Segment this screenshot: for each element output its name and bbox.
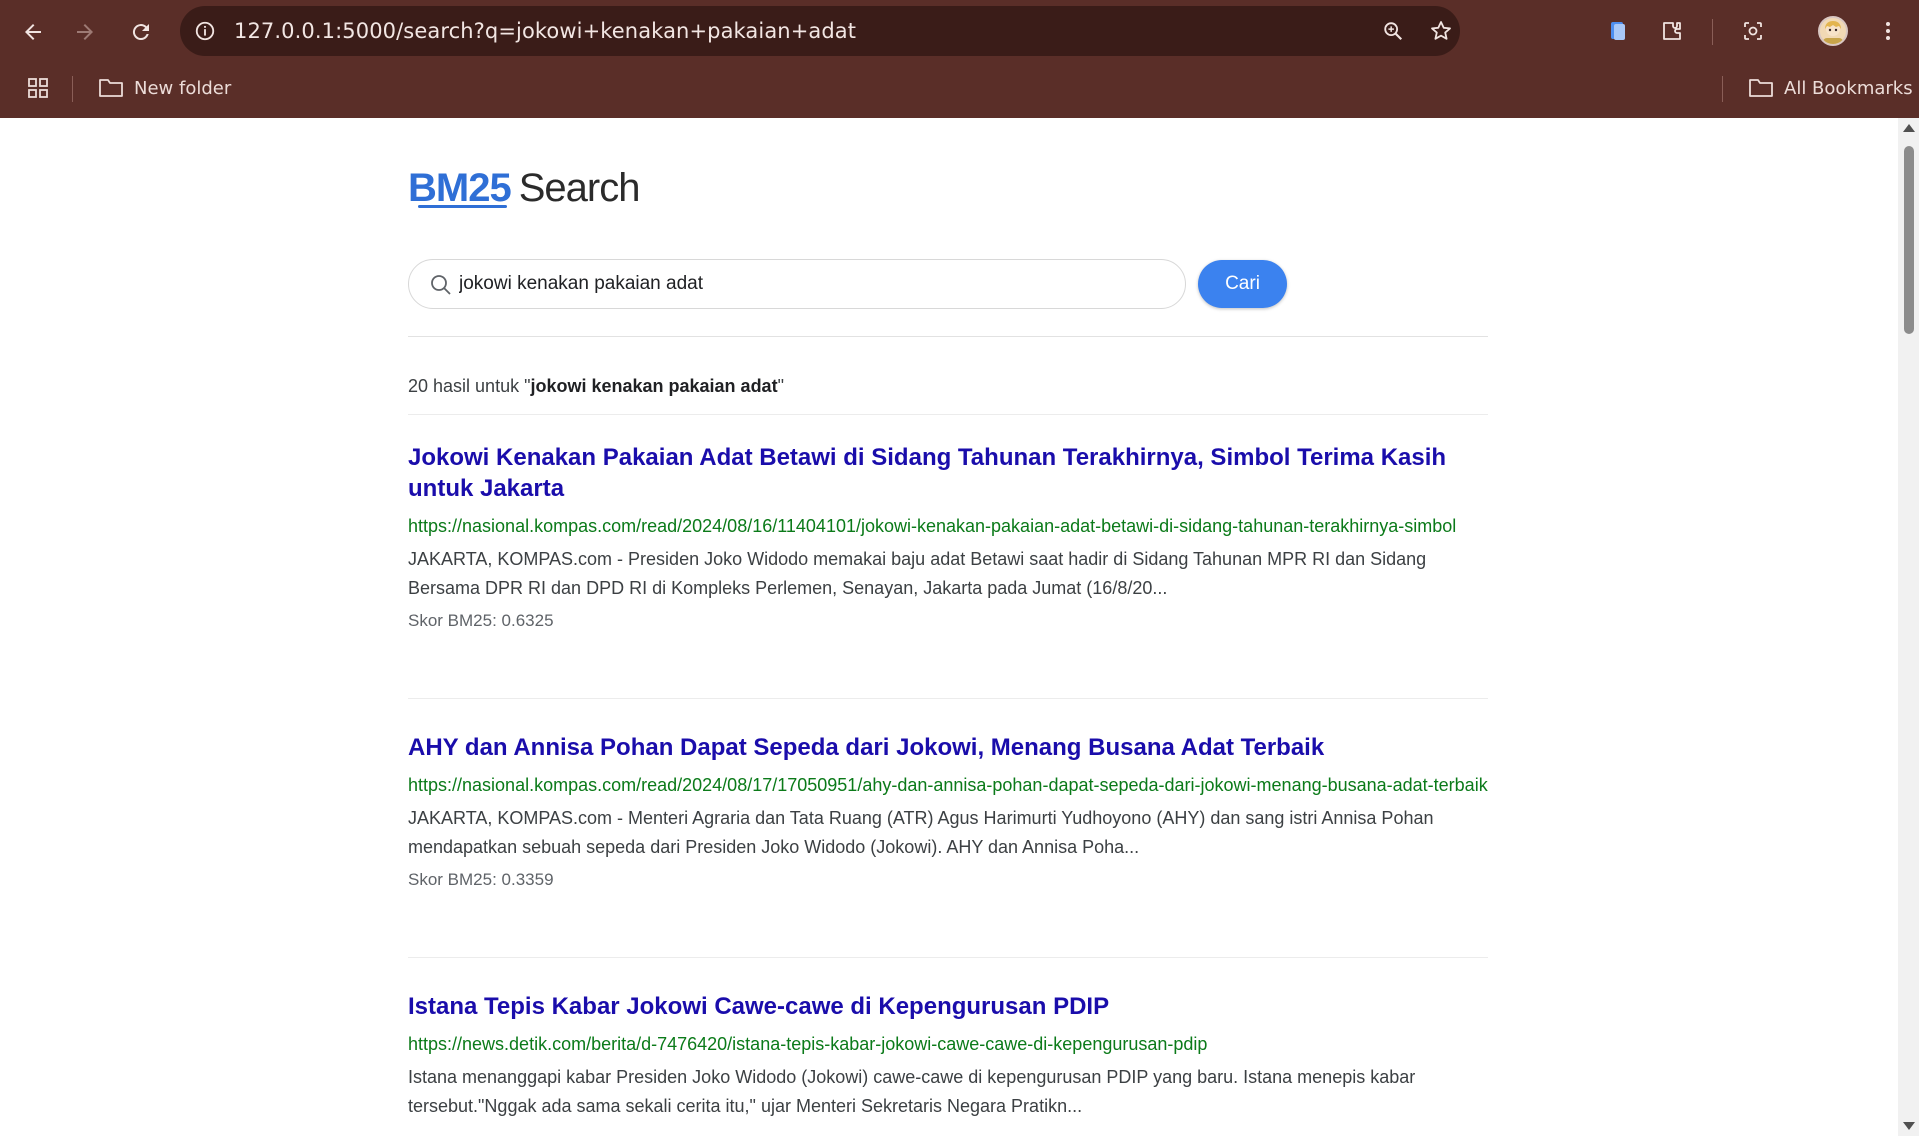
reload-icon bbox=[132, 24, 149, 41]
results-count: 20 hasil untuk "jokowi kenakan pakaian a… bbox=[408, 376, 784, 397]
all-bookmarks-button[interactable]: All Bookmarks bbox=[1748, 72, 1913, 104]
result-score: Skor BM25: 0.3359 bbox=[408, 870, 554, 889]
forward-arrow-icon bbox=[77, 24, 93, 40]
browser-toolbar: 127.0.0.1:5000/search?q=jokowi+kenakan+p… bbox=[0, 0, 1919, 62]
result-url: https://nasional.kompas.com/read/2024/08… bbox=[408, 775, 1488, 795]
address-url[interactable]: 127.0.0.1:5000/search?q=jokowi+kenakan+p… bbox=[234, 6, 856, 56]
kebab-menu-icon[interactable] bbox=[1872, 15, 1904, 47]
scroll-up-arrow-icon[interactable] bbox=[1903, 124, 1915, 132]
result-title-link[interactable]: Istana Tepis Kabar Jokowi Cawe-cawe di K… bbox=[408, 991, 1488, 1022]
result-snippet: JAKARTA, KOMPAS.com - Menteri Agraria da… bbox=[408, 808, 1434, 857]
site-info-icon[interactable] bbox=[192, 18, 218, 44]
results-count-suffix: " bbox=[777, 376, 784, 396]
bookmarks-divider-right bbox=[1722, 76, 1723, 102]
result-title-link[interactable]: AHY dan Annisa Pohan Dapat Sepeda dari J… bbox=[408, 732, 1488, 763]
forward-button[interactable] bbox=[66, 13, 104, 51]
profile-avatar[interactable] bbox=[1818, 16, 1848, 46]
search-button[interactable]: Cari bbox=[1198, 260, 1287, 308]
reload-button[interactable] bbox=[122, 13, 160, 51]
screenshot-icon[interactable] bbox=[1737, 15, 1769, 47]
page-viewport: BM25Search Cari 20 hasil untuk "jokowi k… bbox=[0, 118, 1898, 1136]
result-snippet: JAKARTA, KOMPAS.com - Presiden Joko Wido… bbox=[408, 549, 1427, 598]
page-scrollbar[interactable] bbox=[1898, 118, 1919, 1136]
back-arrow-icon bbox=[25, 24, 41, 40]
result-item: Jokowi Kenakan Pakaian Adat Betawi di Si… bbox=[408, 442, 1488, 631]
star-icon[interactable] bbox=[1428, 18, 1454, 44]
result-item: AHY dan Annisa Pohan Dapat Sepeda dari J… bbox=[408, 732, 1488, 890]
reading-list-icon[interactable] bbox=[1602, 15, 1634, 47]
results-count-prefix: 20 hasil untuk " bbox=[408, 376, 531, 396]
result-url: https://news.detik.com/berita/d-7476420/… bbox=[408, 1034, 1208, 1054]
search-icon bbox=[431, 275, 451, 295]
address-bar[interactable]: 127.0.0.1:5000/search?q=jokowi+kenakan+p… bbox=[180, 6, 1460, 56]
toolbar-divider bbox=[1712, 19, 1713, 45]
bookmarks-bar: New folder All Bookmarks bbox=[0, 62, 1919, 118]
search-input[interactable] bbox=[459, 268, 1159, 300]
result-divider bbox=[408, 698, 1488, 699]
zoom-icon[interactable] bbox=[1380, 18, 1406, 44]
result-item: Istana Tepis Kabar Jokowi Cawe-cawe di K… bbox=[408, 991, 1488, 1121]
result-divider bbox=[408, 957, 1488, 958]
logo-accent: BM25 bbox=[408, 166, 512, 210]
scroll-down-arrow-icon[interactable] bbox=[1903, 1122, 1915, 1130]
result-snippet: Istana menanggapi kabar Presiden Joko Wi… bbox=[408, 1067, 1416, 1116]
folder-icon bbox=[1749, 79, 1773, 97]
result-url: https://nasional.kompas.com/read/2024/08… bbox=[408, 516, 1457, 536]
results-count-query: jokowi kenakan pakaian adat bbox=[530, 376, 778, 396]
all-bookmarks-label: All Bookmarks bbox=[1784, 77, 1913, 99]
results-divider bbox=[408, 414, 1488, 415]
back-button[interactable] bbox=[14, 13, 52, 51]
bookmark-new-folder[interactable]: New folder bbox=[98, 72, 231, 104]
scroll-thumb[interactable] bbox=[1904, 146, 1914, 334]
result-title-link[interactable]: Jokowi Kenakan Pakaian Adat Betawi di Si… bbox=[408, 442, 1488, 504]
logo-text: Search bbox=[518, 166, 641, 210]
extensions-icon[interactable] bbox=[1656, 15, 1688, 47]
search-form bbox=[408, 259, 1186, 309]
header-divider bbox=[408, 336, 1488, 337]
browser-chrome: 127.0.0.1:5000/search?q=jokowi+kenakan+p… bbox=[0, 0, 1919, 118]
result-score: Skor BM25: 0.6325 bbox=[408, 611, 554, 630]
apps-grid-icon[interactable] bbox=[26, 72, 60, 104]
folder-icon bbox=[99, 79, 123, 97]
site-logo[interactable]: BM25 Search bbox=[408, 166, 641, 226]
bookmark-label: New folder bbox=[134, 77, 232, 99]
bookmarks-divider bbox=[72, 76, 73, 102]
